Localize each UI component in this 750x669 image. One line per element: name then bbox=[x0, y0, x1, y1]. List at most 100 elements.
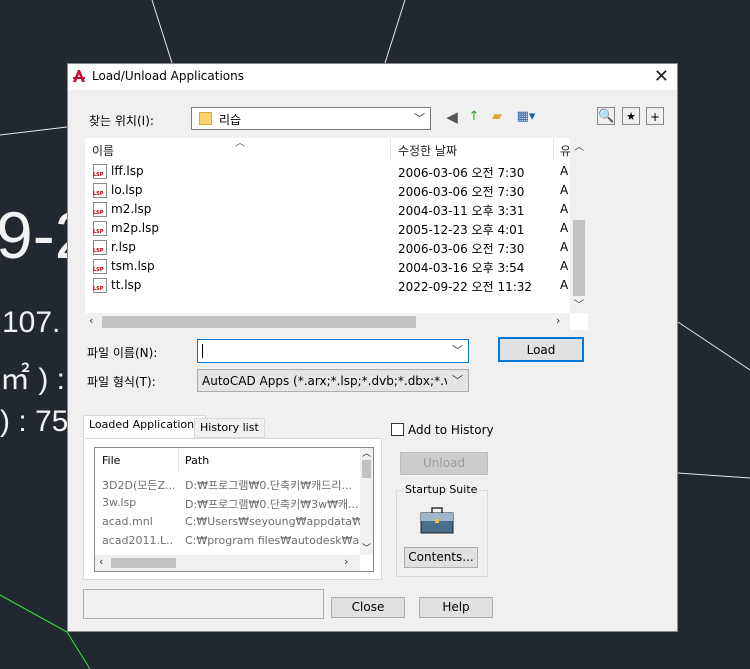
vertical-scroll-thumb[interactable] bbox=[573, 220, 585, 296]
find-file-icon[interactable]: 🔍 bbox=[597, 107, 615, 125]
dialog-title: Load/Unload Applications bbox=[92, 69, 244, 83]
file-row[interactable]: r.lsp 2006-03-06 오전 7:30 A bbox=[85, 238, 570, 257]
file-name-input[interactable]: ﹀ bbox=[197, 339, 469, 363]
text-cursor bbox=[202, 344, 203, 358]
load-button[interactable]: Load bbox=[498, 337, 584, 362]
chevron-down-icon: ﹀ bbox=[414, 112, 425, 125]
file-date: 2006-03-06 오전 7:30 bbox=[398, 166, 525, 180]
file-type: A bbox=[560, 202, 569, 216]
file-row[interactable]: m2.lsp 2004-03-11 오후 3:31 A bbox=[85, 200, 570, 219]
startup-suite-group: Startup Suite Contents... bbox=[396, 483, 488, 577]
startup-suite-label: Startup Suite bbox=[403, 483, 480, 496]
file-type: A bbox=[560, 221, 569, 235]
file-row[interactable]: lff.lsp 2006-03-06 오전 7:30 A bbox=[85, 162, 570, 181]
horizontal-scrollbar[interactable]: ‹ › bbox=[85, 313, 570, 330]
app-row[interactable]: acad2011.L... C:₩program files₩autodesk₩… bbox=[95, 531, 360, 550]
column-path[interactable]: Path bbox=[185, 454, 209, 467]
folder-icon bbox=[199, 112, 212, 125]
app-path: C:₩Users₩seyoung₩appdata₩ro... bbox=[185, 515, 360, 528]
file-name: lo.lsp bbox=[111, 183, 143, 197]
file-row[interactable]: tt.lsp 2022-09-22 오전 11:32 A bbox=[85, 276, 570, 295]
app-file: 3D2D(모든Z... bbox=[102, 479, 174, 492]
cad-text-area: ㎡ ) : bbox=[0, 363, 65, 396]
tab-loaded-applications[interactable]: Loaded Applications bbox=[83, 415, 206, 439]
add-to-favorites-icon[interactable]: + bbox=[646, 107, 664, 125]
scroll-right-icon[interactable]: › bbox=[556, 314, 560, 327]
add-to-history-checkbox[interactable] bbox=[391, 423, 404, 436]
lsp-file-icon bbox=[93, 183, 107, 198]
autocad-app-icon bbox=[71, 68, 87, 84]
lsp-file-icon bbox=[93, 259, 107, 274]
loaded-applications-panel: File Path 3D2D(모든Z... D:₩프로그램₩0.단축키₩캐드리.… bbox=[83, 438, 382, 580]
app-path: C:₩program files₩autodesk₩auto... bbox=[185, 534, 360, 547]
help-button[interactable]: Help bbox=[419, 597, 493, 618]
applist-horizontal-thumb[interactable] bbox=[111, 558, 176, 568]
back-icon[interactable]: ◀ bbox=[443, 108, 461, 126]
applist-vertical-thumb[interactable] bbox=[362, 460, 371, 478]
file-row[interactable]: m2p.lsp 2005-12-23 오후 4:01 A bbox=[85, 219, 570, 238]
file-date: 2004-03-11 오후 3:31 bbox=[398, 204, 525, 218]
file-name: lff.lsp bbox=[111, 164, 144, 178]
file-name: tt.lsp bbox=[111, 278, 142, 292]
app-row[interactable]: acad.mnl C:₩Users₩seyoung₩appdata₩ro... bbox=[95, 512, 360, 531]
lsp-file-icon bbox=[93, 202, 107, 217]
file-date: 2022-09-22 오전 11:32 bbox=[398, 280, 533, 294]
file-row[interactable]: lo.lsp 2006-03-06 오전 7:30 A bbox=[85, 181, 570, 200]
app-file: acad.mnl bbox=[102, 515, 153, 528]
scroll-right-icon[interactable]: › bbox=[344, 555, 348, 568]
horizontal-scroll-thumb[interactable] bbox=[102, 316, 416, 328]
add-to-history-label: Add to History bbox=[408, 423, 494, 437]
briefcase-icon[interactable] bbox=[420, 507, 454, 535]
app-file: 3w.lsp bbox=[102, 496, 137, 509]
file-type-label: 파일 형식(T): bbox=[87, 375, 156, 389]
file-type: A bbox=[560, 259, 569, 273]
lsp-file-icon bbox=[93, 278, 107, 293]
file-row[interactable]: tsm.lsp 2004-03-16 오후 3:54 A bbox=[85, 257, 570, 276]
file-date: 2004-03-16 오후 3:54 bbox=[398, 261, 525, 275]
scroll-down-icon[interactable]: ﹀ bbox=[574, 296, 584, 311]
look-in-label: 찾는 위치(I): bbox=[89, 114, 154, 128]
app-row[interactable]: 3w.lsp D:₩프로그램₩0.단축키₩3w₩캐... bbox=[95, 493, 360, 512]
file-type: A bbox=[560, 183, 569, 197]
contents-button[interactable]: Contents... bbox=[404, 547, 478, 568]
vertical-scrollbar[interactable]: ︿ ﹀ bbox=[570, 138, 588, 313]
load-unload-dialog: Load/Unload Applications ✕ 찾는 위치(I): 리습 … bbox=[67, 63, 678, 632]
views-menu-icon[interactable]: ▦▾ bbox=[513, 108, 539, 126]
loaded-applications-list: File Path 3D2D(모든Z... D:₩프로그램₩0.단축키₩캐드리.… bbox=[94, 447, 374, 572]
app-row[interactable]: 3D2D(모든Z... D:₩프로그램₩0.단축키₩캐드리... bbox=[95, 474, 360, 493]
file-date: 2006-03-06 오전 7:30 bbox=[398, 185, 525, 199]
file-type: A bbox=[560, 240, 569, 254]
file-name: tsm.lsp bbox=[111, 259, 155, 273]
tab-history-list[interactable]: History list bbox=[194, 418, 265, 438]
chevron-down-icon[interactable]: ﹀ bbox=[452, 342, 463, 358]
unload-button[interactable]: Unload bbox=[400, 452, 488, 475]
look-in-favorites-icon[interactable]: ★ bbox=[622, 107, 640, 125]
app-file: acad2011.L... bbox=[102, 534, 174, 547]
look-in-value: 리습 bbox=[219, 113, 242, 127]
cad-text-ratio: ) : 75 bbox=[0, 405, 69, 438]
file-date: 2006-03-06 오전 7:30 bbox=[398, 242, 525, 256]
title-bar: Load/Unload Applications ✕ bbox=[68, 64, 677, 90]
close-icon[interactable]: ✕ bbox=[654, 66, 669, 87]
applist-vertical-scrollbar[interactable]: ︿ ﹀ bbox=[360, 448, 373, 555]
file-type: A bbox=[560, 164, 569, 178]
file-type-select[interactable]: AutoCAD Apps (*.arx;*.lsp;*.dvb;*.dbx;*.… bbox=[197, 369, 469, 392]
up-folder-icon[interactable]: ↑ bbox=[465, 108, 483, 126]
column-date[interactable]: 수정한 날짜 bbox=[398, 142, 457, 159]
scroll-left-icon[interactable]: ‹ bbox=[89, 314, 93, 327]
new-folder-icon[interactable]: ▰ bbox=[488, 108, 506, 126]
status-box bbox=[83, 589, 324, 619]
scroll-down-icon[interactable]: ﹀ bbox=[362, 541, 371, 554]
scroll-up-icon[interactable]: ︿ bbox=[362, 446, 371, 459]
column-file[interactable]: File bbox=[102, 454, 120, 467]
file-date: 2005-12-23 오후 4:01 bbox=[398, 223, 525, 237]
sort-up-icon: ︿ bbox=[235, 138, 245, 149]
applist-horizontal-scrollbar[interactable]: ‹ › bbox=[95, 555, 360, 571]
look-in-combo[interactable]: 리습 ﹀ bbox=[191, 107, 431, 130]
file-list: 이름 ︿ 수정한 날짜 유 lff.lsp 2006-03-06 오전 7:30… bbox=[85, 138, 588, 330]
scroll-up-icon[interactable]: ︿ bbox=[574, 138, 584, 153]
column-name[interactable]: 이름 bbox=[92, 142, 114, 159]
close-button[interactable]: Close bbox=[331, 597, 405, 618]
scroll-left-icon[interactable]: ‹ bbox=[99, 555, 103, 568]
app-path: D:₩프로그램₩0.단축키₩3w₩캐... bbox=[185, 498, 359, 511]
